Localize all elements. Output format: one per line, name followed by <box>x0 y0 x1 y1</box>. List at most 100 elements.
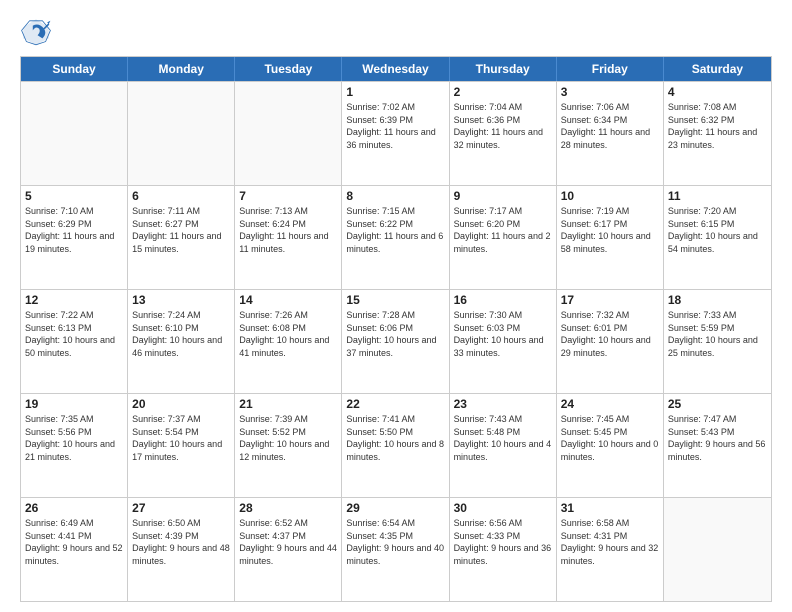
day-number: 31 <box>561 501 659 515</box>
calendar-cell: 13 Sunrise: 7:24 AMSunset: 6:10 PMDayligh… <box>128 290 235 393</box>
calendar-cell: 10 Sunrise: 7:19 AMSunset: 6:17 PMDayligh… <box>557 186 664 289</box>
weekday-header: Friday <box>557 57 664 81</box>
day-info: Sunrise: 7:10 AMSunset: 6:29 PMDaylight:… <box>25 205 123 255</box>
calendar-cell: 11Sunrise: 7:20 AMSunset: 6:15 PMDayligh… <box>664 186 771 289</box>
calendar-cell: 20 Sunrise: 7:37 AMSunset: 5:54 PMDayligh… <box>128 394 235 497</box>
day-info: Sunrise: 7:39 AMSunset: 5:52 PMDaylight:… <box>239 413 337 463</box>
day-number: 23 <box>454 397 552 411</box>
day-number: 14 <box>239 293 337 307</box>
calendar-cell: 17 Sunrise: 7:32 AMSunset: 6:01 PMDayligh… <box>557 290 664 393</box>
calendar-cell: 27 Sunrise: 6:50 AMSunset: 4:39 PMDayligh… <box>128 498 235 601</box>
day-info: Sunrise: 6:49 AMSunset: 4:41 PMDaylight:… <box>25 517 123 567</box>
day-info: Sunrise: 7:22 AMSunset: 6:13 PMDaylight:… <box>25 309 123 359</box>
day-info: Sunrise: 6:54 AMSunset: 4:35 PMDaylight:… <box>346 517 444 567</box>
day-number: 15 <box>346 293 444 307</box>
day-info: Sunrise: 7:06 AMSunset: 6:34 PMDaylight:… <box>561 101 659 151</box>
day-number: 1 <box>346 85 444 99</box>
day-number: 27 <box>132 501 230 515</box>
day-info: Sunrise: 7:33 AMSunset: 5:59 PMDaylight:… <box>668 309 767 359</box>
day-number: 3 <box>561 85 659 99</box>
logo-icon <box>20 16 52 48</box>
day-info: Sunrise: 7:24 AMSunset: 6:10 PMDaylight:… <box>132 309 230 359</box>
day-info: Sunrise: 7:35 AMSunset: 5:56 PMDaylight:… <box>25 413 123 463</box>
calendar-cell: 14 Sunrise: 7:26 AMSunset: 6:08 PMDayligh… <box>235 290 342 393</box>
day-number: 7 <box>239 189 337 203</box>
day-number: 10 <box>561 189 659 203</box>
calendar-cell: 21Sunrise: 7:39 AMSunset: 5:52 PMDayligh… <box>235 394 342 497</box>
calendar-row: 26 Sunrise: 6:49 AMSunset: 4:41 PMDayligh… <box>21 497 771 601</box>
weekday-header: Saturday <box>664 57 771 81</box>
day-info: Sunrise: 7:47 AMSunset: 5:43 PMDaylight:… <box>668 413 767 463</box>
day-info: Sunrise: 7:15 AMSunset: 6:22 PMDaylight:… <box>346 205 444 255</box>
calendar-cell <box>235 82 342 185</box>
calendar-cell: 5 Sunrise: 7:10 AMSunset: 6:29 PMDaylight… <box>21 186 128 289</box>
calendar-row: 12 Sunrise: 7:22 AMSunset: 6:13 PMDayligh… <box>21 289 771 393</box>
day-number: 5 <box>25 189 123 203</box>
day-info: Sunrise: 7:37 AMSunset: 5:54 PMDaylight:… <box>132 413 230 463</box>
calendar-cell: 23 Sunrise: 7:43 AMSunset: 5:48 PMDayligh… <box>450 394 557 497</box>
calendar-row: 5 Sunrise: 7:10 AMSunset: 6:29 PMDaylight… <box>21 185 771 289</box>
day-number: 17 <box>561 293 659 307</box>
day-info: Sunrise: 7:19 AMSunset: 6:17 PMDaylight:… <box>561 205 659 255</box>
calendar-cell: 15 Sunrise: 7:28 AMSunset: 6:06 PMDayligh… <box>342 290 449 393</box>
calendar-cell: 9 Sunrise: 7:17 AMSunset: 6:20 PMDaylight… <box>450 186 557 289</box>
day-number: 20 <box>132 397 230 411</box>
day-info: Sunrise: 7:13 AMSunset: 6:24 PMDaylight:… <box>239 205 337 255</box>
calendar-cell: 25 Sunrise: 7:47 AMSunset: 5:43 PMDayligh… <box>664 394 771 497</box>
day-number: 25 <box>668 397 767 411</box>
day-number: 13 <box>132 293 230 307</box>
calendar-cell: 6Sunrise: 7:11 AMSunset: 6:27 PMDaylight… <box>128 186 235 289</box>
calendar-cell: 12 Sunrise: 7:22 AMSunset: 6:13 PMDayligh… <box>21 290 128 393</box>
calendar-cell: 19 Sunrise: 7:35 AMSunset: 5:56 PMDayligh… <box>21 394 128 497</box>
day-number: 18 <box>668 293 767 307</box>
day-info: Sunrise: 7:28 AMSunset: 6:06 PMDaylight:… <box>346 309 444 359</box>
calendar-cell: 16Sunrise: 7:30 AMSunset: 6:03 PMDayligh… <box>450 290 557 393</box>
weekday-header: Thursday <box>450 57 557 81</box>
day-info: Sunrise: 7:17 AMSunset: 6:20 PMDaylight:… <box>454 205 552 255</box>
day-info: Sunrise: 7:41 AMSunset: 5:50 PMDaylight:… <box>346 413 444 463</box>
day-number: 2 <box>454 85 552 99</box>
day-info: Sunrise: 6:56 AMSunset: 4:33 PMDaylight:… <box>454 517 552 567</box>
day-info: Sunrise: 7:11 AMSunset: 6:27 PMDaylight:… <box>132 205 230 255</box>
calendar-cell: 29Sunrise: 6:54 AMSunset: 4:35 PMDayligh… <box>342 498 449 601</box>
calendar-cell: 7 Sunrise: 7:13 AMSunset: 6:24 PMDaylight… <box>235 186 342 289</box>
day-number: 24 <box>561 397 659 411</box>
day-info: Sunrise: 7:32 AMSunset: 6:01 PMDaylight:… <box>561 309 659 359</box>
day-info: Sunrise: 6:58 AMSunset: 4:31 PMDaylight:… <box>561 517 659 567</box>
calendar-cell: 30Sunrise: 6:56 AMSunset: 4:33 PMDayligh… <box>450 498 557 601</box>
day-info: Sunrise: 7:43 AMSunset: 5:48 PMDaylight:… <box>454 413 552 463</box>
day-info: Sunrise: 7:45 AMSunset: 5:45 PMDaylight:… <box>561 413 659 463</box>
header <box>20 16 772 48</box>
day-number: 12 <box>25 293 123 307</box>
day-number: 26 <box>25 501 123 515</box>
calendar-cell <box>664 498 771 601</box>
calendar-body: 1Sunrise: 7:02 AMSunset: 6:39 PMDaylight… <box>21 81 771 601</box>
calendar-cell: 31 Sunrise: 6:58 AMSunset: 4:31 PMDayligh… <box>557 498 664 601</box>
day-number: 8 <box>346 189 444 203</box>
weekday-header: Monday <box>128 57 235 81</box>
day-info: Sunrise: 7:26 AMSunset: 6:08 PMDaylight:… <box>239 309 337 359</box>
calendar-cell: 8 Sunrise: 7:15 AMSunset: 6:22 PMDaylight… <box>342 186 449 289</box>
calendar-cell: 4Sunrise: 7:08 AMSunset: 6:32 PMDaylight… <box>664 82 771 185</box>
weekday-header: Tuesday <box>235 57 342 81</box>
day-number: 22 <box>346 397 444 411</box>
day-info: Sunrise: 7:04 AMSunset: 6:36 PMDaylight:… <box>454 101 552 151</box>
calendar-cell: 26 Sunrise: 6:49 AMSunset: 4:41 PMDayligh… <box>21 498 128 601</box>
calendar-cell: 1Sunrise: 7:02 AMSunset: 6:39 PMDaylight… <box>342 82 449 185</box>
calendar-cell <box>21 82 128 185</box>
calendar: SundayMondayTuesdayWednesdayThursdayFrid… <box>20 56 772 602</box>
calendar-row: 19 Sunrise: 7:35 AMSunset: 5:56 PMDayligh… <box>21 393 771 497</box>
calendar-cell: 24 Sunrise: 7:45 AMSunset: 5:45 PMDayligh… <box>557 394 664 497</box>
day-number: 9 <box>454 189 552 203</box>
weekday-header: Sunday <box>21 57 128 81</box>
calendar-header: SundayMondayTuesdayWednesdayThursdayFrid… <box>21 57 771 81</box>
calendar-cell: 2 Sunrise: 7:04 AMSunset: 6:36 PMDaylight… <box>450 82 557 185</box>
day-number: 16 <box>454 293 552 307</box>
calendar-cell: 22 Sunrise: 7:41 AMSunset: 5:50 PMDayligh… <box>342 394 449 497</box>
day-number: 19 <box>25 397 123 411</box>
day-info: Sunrise: 6:50 AMSunset: 4:39 PMDaylight:… <box>132 517 230 567</box>
day-number: 11 <box>668 189 767 203</box>
calendar-cell: 28Sunrise: 6:52 AMSunset: 4:37 PMDayligh… <box>235 498 342 601</box>
weekday-header: Wednesday <box>342 57 449 81</box>
calendar-cell: 18 Sunrise: 7:33 AMSunset: 5:59 PMDayligh… <box>664 290 771 393</box>
